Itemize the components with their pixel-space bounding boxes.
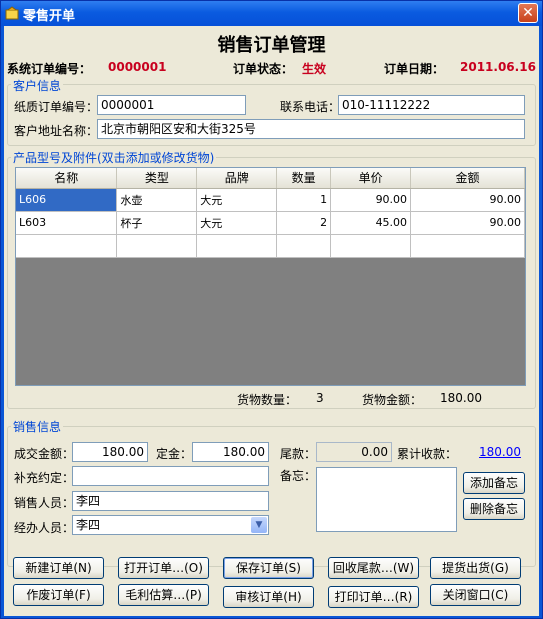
column-header-quantity[interactable]: 数量 <box>276 168 332 189</box>
cell-type[interactable]: 水壶 <box>116 188 198 212</box>
deposit-input[interactable]: 180.00 <box>192 442 269 462</box>
cell-name[interactable]: L606 <box>16 188 118 212</box>
table-row-empty[interactable] <box>16 234 525 258</box>
cell-amount[interactable]: 90.00 <box>410 188 525 212</box>
handler-selected-value: 李四 <box>76 518 101 532</box>
order-status-value: 生效 <box>302 62 327 76</box>
phone-input[interactable]: 010-11112222 <box>338 95 525 115</box>
goods-amount-label: 货物金额： <box>362 393 423 407</box>
customer-group-title: 客户信息 <box>11 77 64 94</box>
collected-label: 累计收款： <box>397 447 458 461</box>
column-header-type[interactable]: 类型 <box>116 168 198 189</box>
column-header-amount[interactable]: 金额 <box>410 168 525 189</box>
balance-label: 尾款： <box>280 447 317 461</box>
new-order-button[interactable]: 新建订单(N) <box>13 557 104 579</box>
cell-quantity[interactable]: 1 <box>276 188 332 212</box>
table-row[interactable]: L606 水壶 大元 1 90.00 90.00 <box>16 188 525 212</box>
audit-order-button[interactable]: 审核订单(H) <box>223 586 314 608</box>
address-label: 客户地址名称： <box>14 124 99 138</box>
title-bar[interactable]: 零售开单 ✕ <box>1 1 542 26</box>
salesperson-input[interactable]: 李四 <box>72 491 269 511</box>
cell-quantity[interactable]: 2 <box>276 211 332 235</box>
collected-value[interactable]: 180.00 <box>479 445 521 459</box>
deal-amount-label: 成交金额： <box>14 447 75 461</box>
cell-brand[interactable]: 大元 <box>196 188 278 212</box>
collected-link[interactable]: 180.00 <box>459 442 525 462</box>
close-window-button[interactable]: 关闭窗口(C) <box>430 584 521 606</box>
goods-amount-value: 180.00 <box>440 391 482 405</box>
profit-estimate-button[interactable]: 毛利估算…(P) <box>118 584 209 606</box>
add-memo-button[interactable]: 添加备忘 <box>463 472 525 494</box>
deposit-label: 定金： <box>156 447 193 461</box>
order-status-label: 订单状态： <box>233 62 294 76</box>
close-window-icon[interactable]: ✕ <box>518 3 538 23</box>
deliver-goods-button[interactable]: 提货出货(G) <box>430 557 521 579</box>
extra-terms-label: 补充约定： <box>14 471 75 485</box>
extra-terms-input[interactable] <box>72 466 269 486</box>
cell-unit-price[interactable]: 45.00 <box>330 211 412 235</box>
cell-brand[interactable]: 大元 <box>196 211 278 235</box>
sales-group-title: 销售信息 <box>11 418 64 435</box>
order-no-label: 系统订单编号： <box>7 62 92 76</box>
products-group-title: 产品型号及附件(双击添加或修改货物) <box>11 149 217 166</box>
cell-amount[interactable]: 90.00 <box>410 211 525 235</box>
order-no-value: 0000001 <box>108 60 167 74</box>
app-window: 零售开单 ✕ 销售订单管理 系统订单编号： 0000001 订单状态： 生效 订… <box>0 0 543 619</box>
open-order-button[interactable]: 打开订单…(O) <box>118 557 209 579</box>
column-header-brand[interactable]: 品牌 <box>196 168 278 189</box>
address-input[interactable]: 北京市朝阳区安和大街325号 <box>97 119 525 139</box>
chevron-down-icon[interactable]: ▼ <box>251 517 267 533</box>
cell-type[interactable]: 杯子 <box>116 211 198 235</box>
collect-balance-button[interactable]: 回收尾款…(W) <box>328 557 419 579</box>
cell-unit-price[interactable]: 90.00 <box>330 188 412 212</box>
cell-name[interactable]: L603 <box>16 211 118 235</box>
paper-order-no-input[interactable]: 0000001 <box>97 95 246 115</box>
window-title: 零售开单 <box>23 9 76 24</box>
paper-order-no-label: 纸质订单编号： <box>14 100 99 114</box>
deal-amount-input[interactable]: 180.00 <box>72 442 148 462</box>
app-icon <box>5 6 19 20</box>
print-order-button[interactable]: 打印订单…(R) <box>328 586 419 608</box>
memo-textarea[interactable] <box>316 467 457 532</box>
handler-label: 经办人员： <box>14 521 75 535</box>
client-area: 销售订单管理 系统订单编号： 0000001 订单状态： 生效 订单日期： 20… <box>4 26 539 616</box>
order-date-label: 订单日期： <box>384 62 445 76</box>
products-table: 名称 类型 品牌 数量 单价 金额 L606 水壶 大元 1 90.00 90.… <box>16 168 525 258</box>
table-header-row: 名称 类型 品牌 数量 单价 金额 <box>16 168 525 189</box>
goods-count-value: 3 <box>316 391 324 405</box>
order-date-value: 2011.06.16 <box>460 60 536 74</box>
table-row[interactable]: L603 杯子 大元 2 45.00 90.00 <box>16 211 525 235</box>
memo-label: 备忘： <box>280 469 317 483</box>
void-order-button[interactable]: 作废订单(F) <box>13 584 104 606</box>
phone-label: 联系电话： <box>280 100 341 114</box>
balance-field: 0.00 <box>316 442 392 462</box>
save-order-button[interactable]: 保存订单(S) <box>223 557 314 579</box>
delete-memo-button[interactable]: 删除备忘 <box>463 498 525 520</box>
salesperson-label: 销售人员： <box>14 496 75 510</box>
column-header-unit-price[interactable]: 单价 <box>330 168 412 189</box>
handler-select[interactable]: 李四 ▼ <box>72 515 269 535</box>
page-title: 销售订单管理 <box>217 35 326 56</box>
goods-count-label: 货物数量： <box>237 393 298 407</box>
column-header-name[interactable]: 名称 <box>16 168 118 189</box>
products-grid[interactable]: 名称 类型 品牌 数量 单价 金额 L606 水壶 大元 1 90.00 90.… <box>15 167 526 386</box>
